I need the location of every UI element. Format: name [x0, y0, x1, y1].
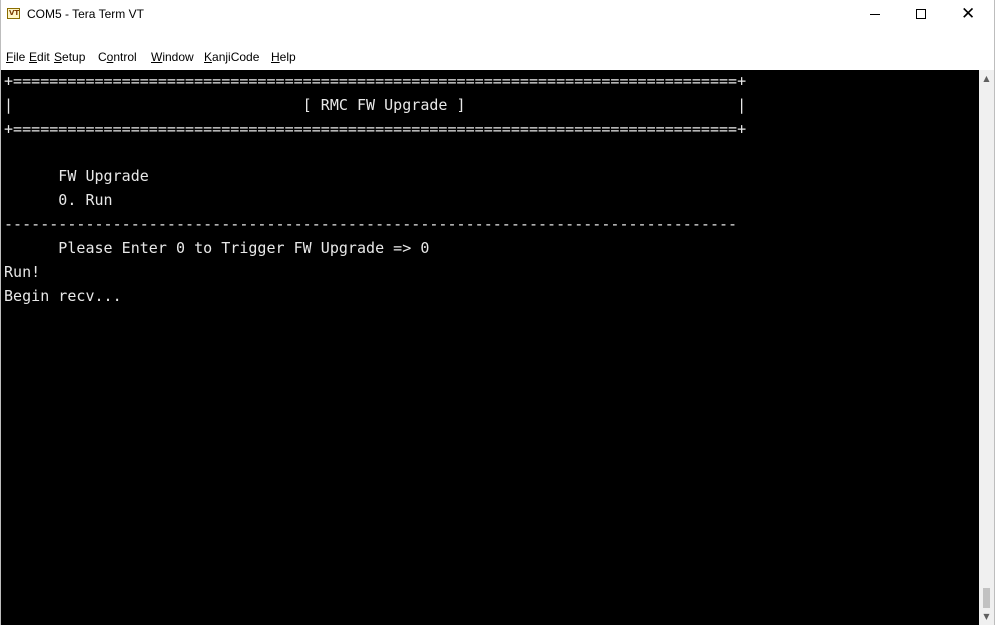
menu-control-label: ntrol [113, 50, 137, 64]
menu-file[interactable]: File [6, 49, 25, 65]
close-icon: ✕ [961, 4, 976, 24]
menu-edit-mnemonic: E [29, 50, 38, 64]
terminal-line: | [ RMC FW Upgrade ] | [4, 96, 747, 114]
window-title: COM5 - Tera Term VT [27, 7, 144, 21]
menu-help[interactable]: Help [271, 49, 296, 65]
tera-term-window: VT COM5 - Tera Term VT ✕ File Edit Setup… [0, 0, 995, 625]
terminal-line: ----------------------------------------… [4, 215, 738, 233]
menu-kanjicode-mnemonic: K [204, 50, 213, 64]
maximize-icon [916, 9, 926, 19]
menu-control[interactable]: Control [98, 49, 137, 65]
terminal-line: FW Upgrade [4, 167, 149, 185]
terminal-line: Please Enter 0 to Trigger FW Upgrade => … [4, 239, 430, 257]
menu-setup[interactable]: Setup [54, 49, 85, 65]
menu-setup-mnemonic: S [54, 50, 63, 64]
menu-kanjicode-label: anjiCode [212, 50, 260, 64]
menu-help-label: elp [279, 50, 296, 64]
menu-bar: File Edit Setup Control Window KanjiCode… [1, 46, 994, 68]
minimize-button[interactable] [852, 0, 898, 28]
menu-file-label: ile [13, 50, 26, 64]
close-button[interactable]: ✕ [945, 0, 991, 28]
terminal-screen[interactable]: +=======================================… [1, 70, 979, 625]
maximize-button[interactable] [898, 0, 944, 28]
vertical-scrollbar[interactable]: ▲ ▼ [979, 70, 994, 625]
menu-help-mnemonic: H [271, 50, 280, 64]
terminal-line: +=======================================… [4, 72, 747, 90]
scroll-thumb[interactable] [983, 588, 990, 608]
menu-setup-label: etup [62, 50, 86, 64]
menu-kanjicode[interactable]: KanjiCode [204, 49, 259, 65]
terminal-line: Begin recv... [4, 287, 122, 305]
title-bar[interactable]: VT COM5 - Tera Term VT ✕ [1, 0, 994, 28]
menu-edit[interactable]: Edit [29, 49, 50, 65]
menu-control-prefix: C [98, 50, 107, 64]
menu-window-label: indow [162, 50, 194, 64]
terminal-line: +=======================================… [4, 120, 747, 138]
scroll-down-arrow-icon[interactable]: ▼ [979, 608, 994, 625]
tera-term-app-icon[interactable]: VT [7, 8, 20, 19]
terminal-line: Run! [4, 263, 41, 281]
app-icon-label: VT [9, 9, 20, 17]
scroll-up-arrow-icon[interactable]: ▲ [979, 70, 994, 87]
menu-edit-label: dit [37, 50, 50, 64]
menu-window-mnemonic: W [151, 50, 163, 64]
terminal-line: 0. Run [4, 191, 113, 209]
menu-window[interactable]: Window [151, 49, 194, 65]
minimize-icon [870, 14, 880, 15]
